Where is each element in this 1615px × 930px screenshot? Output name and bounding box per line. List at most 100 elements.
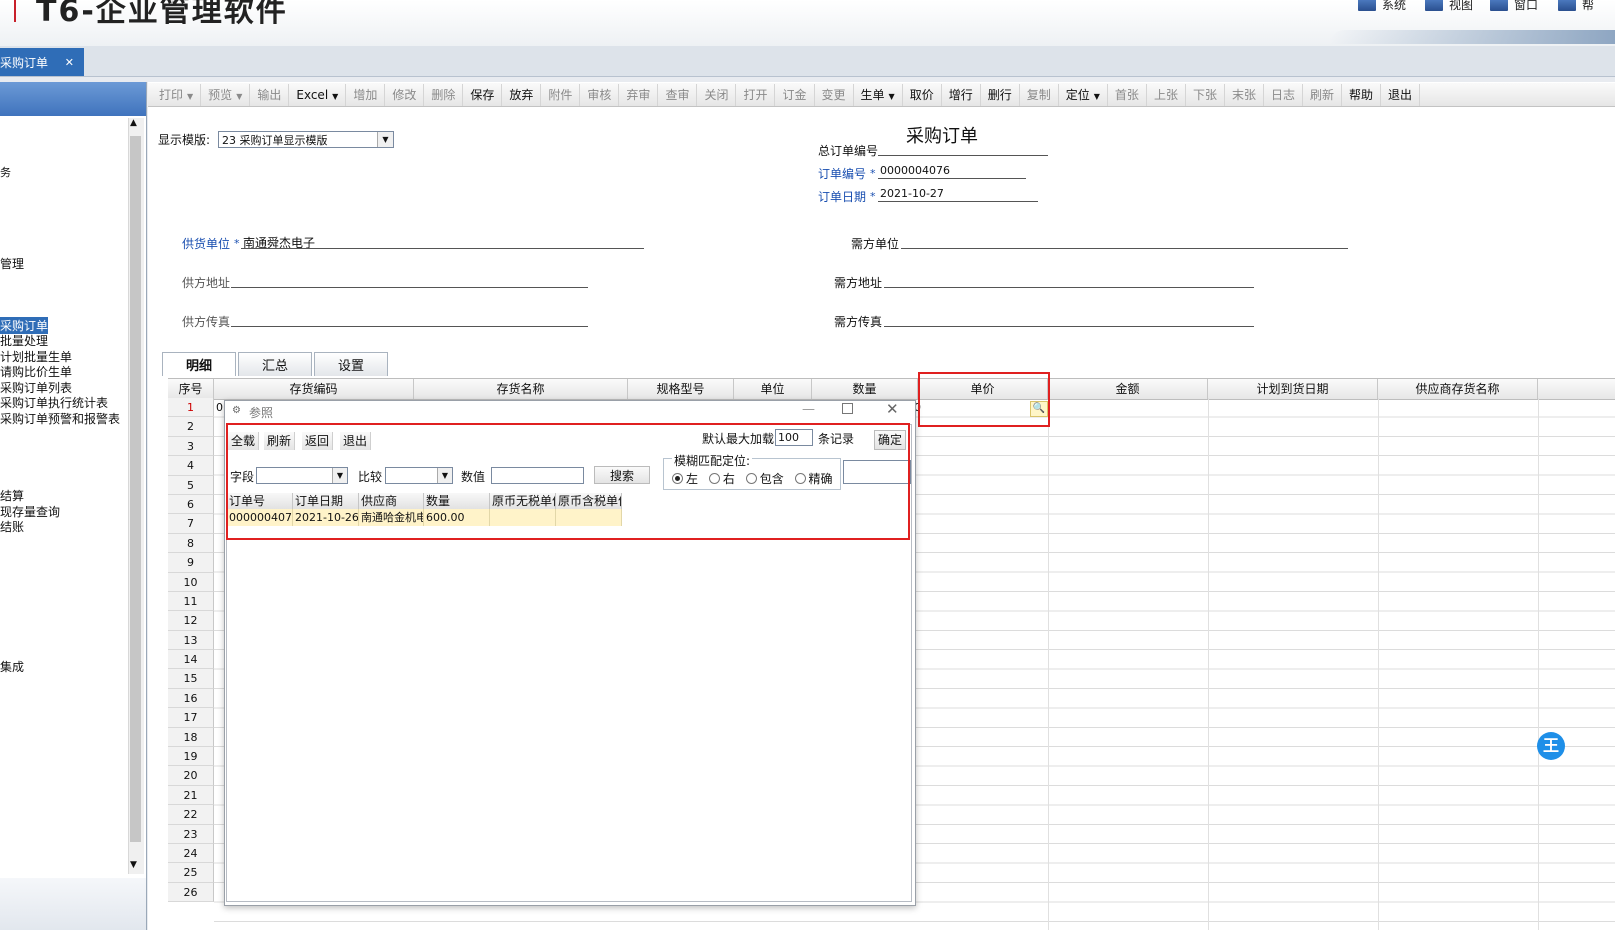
row-number[interactable]: 8 — [168, 533, 214, 554]
toolbar-button[interactable]: 放弃 — [502, 83, 542, 106]
row-number[interactable]: 14 — [168, 650, 214, 670]
order-date-field[interactable] — [878, 201, 1038, 202]
tab-detail[interactable]: 明细 — [162, 352, 236, 376]
toolbar-button[interactable]: 删行 — [981, 83, 1020, 106]
template-select[interactable]: 23 采购订单显示模版 ▼ — [218, 131, 394, 148]
row-number[interactable]: 2 — [168, 417, 214, 437]
toolbar-button[interactable]: 关闭 — [697, 83, 737, 106]
demand-fax-field[interactable] — [884, 326, 1254, 327]
row-number[interactable]: 13 — [168, 630, 214, 651]
col-header-seq[interactable]: 序号 — [168, 379, 214, 399]
demand-unit-field[interactable] — [901, 248, 1348, 249]
row-number[interactable]: 10 — [168, 572, 214, 592]
chevron-down-icon[interactable]: ▼ — [377, 132, 393, 147]
toolbar-button[interactable]: 末张 — [1225, 83, 1264, 106]
row-number[interactable]: 17 — [168, 708, 214, 728]
toolbar-button[interactable]: 审核 — [580, 83, 620, 106]
col-header-item-name[interactable]: 存货名称 — [414, 379, 628, 399]
row-number[interactable]: 19 — [168, 747, 214, 767]
toolbar-button[interactable]: 保存 — [463, 83, 503, 106]
toolbar-button[interactable]: 首张 — [1108, 83, 1147, 106]
close-icon[interactable]: ✕ — [65, 56, 74, 69]
nav-item-batch-process[interactable]: 批量处理 — [0, 332, 48, 349]
row-number[interactable]: 16 — [168, 688, 214, 709]
toolbar-button[interactable]: 定位 ▼ — [1059, 83, 1108, 106]
row-number[interactable]: 24 — [168, 843, 214, 864]
row-number[interactable]: 21 — [168, 785, 214, 806]
row-number[interactable]: 11 — [168, 591, 214, 612]
col-header-unit[interactable]: 单位 — [734, 379, 812, 399]
col-header-item-code[interactable]: 存货编码 — [214, 379, 414, 399]
row-number[interactable]: 15 — [168, 669, 214, 689]
col-header-spec[interactable]: 规格型号 — [628, 379, 734, 399]
close-icon[interactable]: ✕ — [886, 400, 899, 418]
chevron-down-icon[interactable]: ▼ — [332, 92, 338, 101]
assistant-button[interactable]: 王 — [1537, 732, 1565, 760]
toolbar-button[interactable]: 生单 ▼ — [854, 83, 903, 106]
supplier-fax-field[interactable] — [231, 326, 588, 327]
maximize-icon[interactable] — [842, 403, 853, 414]
toolbar-button[interactable]: 复制 — [1020, 83, 1059, 106]
toolbar-button[interactable]: 帮助 — [1342, 83, 1382, 106]
tab-settings[interactable]: 设置 — [314, 352, 388, 376]
nav-item-settlement[interactable]: 结算 — [0, 487, 24, 504]
nav-item-price-compare[interactable]: 请购比价生单 — [0, 363, 72, 380]
menu-window[interactable]: 窗口 — [1490, 0, 1538, 13]
toolbar-button[interactable]: 增行 — [942, 83, 981, 106]
toolbar-button[interactable]: 查审 — [658, 83, 698, 106]
row-number[interactable]: 23 — [168, 824, 214, 844]
supplier-address-field[interactable] — [231, 287, 588, 288]
toolbar-button[interactable]: 输出 — [250, 83, 290, 106]
row-number[interactable]: 5 — [168, 475, 214, 495]
toolbar-button[interactable]: 退出 — [1381, 83, 1421, 106]
col-header-plan-date[interactable]: 计划到货日期 — [1208, 379, 1378, 399]
order-no-field[interactable] — [878, 178, 1026, 179]
row-number[interactable]: 12 — [168, 611, 214, 631]
row-number[interactable]: 22 — [168, 805, 214, 825]
demand-address-field[interactable] — [884, 287, 1254, 288]
toolbar-button[interactable]: 上张 — [1147, 83, 1186, 106]
toolbar-button[interactable]: 下张 — [1186, 83, 1225, 106]
nav-item-close-account[interactable]: 结账 — [0, 518, 24, 535]
row-number[interactable]: 3 — [168, 436, 214, 457]
total-order-no-field[interactable] — [878, 155, 1048, 156]
toolbar-button[interactable]: 刷新 — [1303, 83, 1343, 106]
toolbar-button[interactable]: 增加 — [346, 83, 386, 106]
nav-item-exec-stats[interactable]: 采购订单执行统计表 — [0, 394, 108, 411]
row-number[interactable]: 7 — [168, 514, 214, 534]
toolbar-button[interactable]: Excel ▼ — [289, 83, 347, 106]
row-number[interactable]: 20 — [168, 766, 214, 786]
toolbar-button[interactable]: 弃审 — [619, 83, 659, 106]
col-header-vendor-item-name[interactable]: 供应商存货名称 — [1378, 379, 1538, 399]
toolbar-button[interactable]: 修改 — [385, 83, 425, 106]
row-number[interactable]: 18 — [168, 727, 214, 748]
toolbar-button[interactable]: 变更 — [815, 83, 854, 106]
menu-system[interactable]: 系统 — [1358, 0, 1406, 13]
row-number[interactable]: 1 — [168, 398, 214, 418]
row-number[interactable]: 9 — [168, 553, 214, 573]
nav-item-management[interactable]: 管理 — [0, 255, 24, 272]
nav-item-warning[interactable]: 采购订单预警和报警表 — [0, 410, 120, 427]
toolbar-button[interactable]: 日志 — [1264, 83, 1303, 106]
row-number[interactable]: 6 — [168, 494, 214, 515]
row-number[interactable]: 26 — [168, 882, 214, 903]
tab-purchase-order[interactable]: 采购订单 ✕ — [0, 48, 84, 76]
menu-view[interactable]: 视图 — [1425, 0, 1473, 13]
chevron-down-icon[interactable]: ▼ — [1094, 92, 1100, 101]
tab-summary[interactable]: 汇总 — [238, 352, 312, 376]
row-number[interactable]: 25 — [168, 863, 214, 883]
nav-item-integration[interactable]: 集成 — [0, 658, 24, 675]
chevron-down-icon[interactable]: ▼ — [889, 92, 895, 101]
left-nav-scroll-thumb[interactable] — [130, 136, 141, 842]
minimize-icon[interactable]: — — [802, 402, 815, 417]
chevron-up-icon[interactable]: ▲ — [130, 118, 137, 128]
toolbar-button[interactable]: 附件 — [541, 83, 581, 106]
toolbar-button[interactable]: 取价 — [903, 83, 942, 106]
chevron-down-icon[interactable]: ▼ — [187, 92, 193, 101]
col-header-qty[interactable]: 数量 — [812, 379, 918, 399]
toolbar-button[interactable]: 打开 — [736, 83, 776, 106]
chevron-down-icon[interactable]: ▼ — [130, 860, 137, 870]
nav-item-partial[interactable]: 务 — [0, 164, 11, 180]
chevron-down-icon[interactable]: ▼ — [236, 92, 242, 101]
row-number[interactable]: 4 — [168, 456, 214, 476]
